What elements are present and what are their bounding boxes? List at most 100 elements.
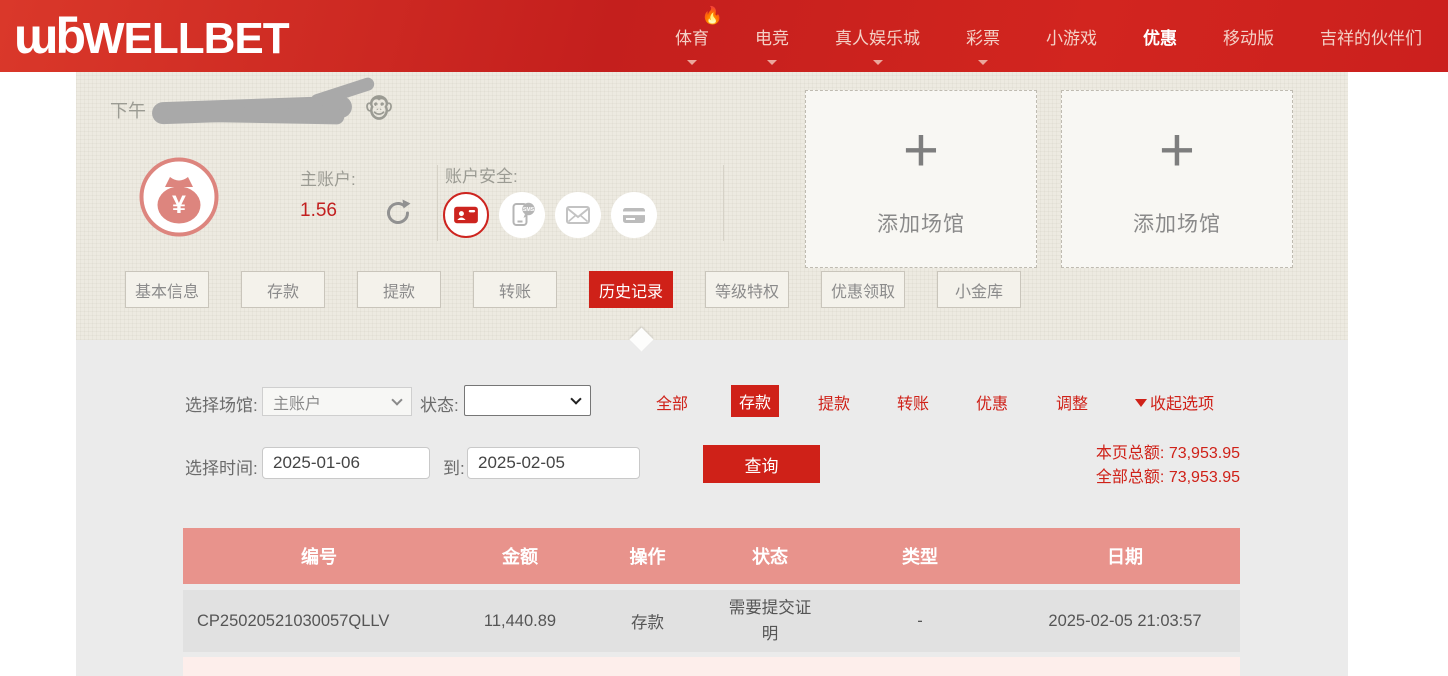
- add-venue-box-2[interactable]: + 添加场馆: [1061, 90, 1293, 268]
- tab-vip-privileges[interactable]: 等级特权: [705, 271, 789, 308]
- chevron-down-icon: [767, 60, 777, 65]
- column-header-type: 类型: [830, 543, 1010, 569]
- column-header-date: 日期: [1010, 543, 1240, 569]
- page-total-value: 73,953.95: [1169, 445, 1240, 462]
- nav-item-promotions[interactable]: 优惠: [1143, 24, 1177, 49]
- greeting-text: 下午: [110, 97, 146, 123]
- history-table: 编号 金额 操作 状态 类型 日期 CP25020521030057QLLV 1…: [183, 528, 1240, 676]
- wellbet-logo[interactable]: ɯƃWELLBET: [14, 11, 289, 61]
- money-bag-icon: ¥: [138, 156, 220, 238]
- type-link-promo[interactable]: 优惠: [976, 390, 1008, 414]
- all-total-label: 全部总额:: [1096, 469, 1164, 486]
- nav-item-mini-games[interactable]: 小游戏: [1046, 24, 1097, 49]
- redacted-username: [152, 95, 353, 124]
- all-total-value: 73,953.95: [1169, 469, 1240, 486]
- nav-item-label: 体育: [675, 29, 709, 48]
- nav-item-esports[interactable]: 电竞: [755, 24, 789, 49]
- plus-icon: +: [903, 120, 939, 182]
- tab-promo-claim[interactable]: 优惠领取: [821, 271, 905, 308]
- divider: [723, 165, 724, 241]
- chevron-down-icon: [391, 394, 402, 405]
- page-total-label: 本页总额:: [1096, 445, 1164, 462]
- history-panel: 选择场馆: 主账户 状态: 全部 存款 提款 转账 优惠 调整 收起选项 选择时…: [76, 340, 1348, 676]
- chevron-down-icon: [570, 393, 581, 404]
- chevron-down-icon: [687, 60, 697, 65]
- plus-icon: +: [1159, 120, 1195, 182]
- mail-icon[interactable]: [555, 192, 601, 238]
- tab-basic-info[interactable]: 基本信息: [125, 271, 209, 308]
- type-link-adjust[interactable]: 调整: [1056, 390, 1088, 414]
- collapse-options-link[interactable]: 收起选项: [1135, 390, 1214, 414]
- nav-item-label: 电竞: [755, 29, 789, 48]
- chevron-down-icon: [978, 60, 988, 65]
- add-venue-label: 添加场馆: [1133, 208, 1221, 238]
- nav-item-partners[interactable]: 吉祥的伙伴们: [1320, 24, 1422, 49]
- page-total: 本页总额: 73,953.95: [1096, 442, 1240, 466]
- cell-date: 2025-02-05 21:03:57: [1010, 612, 1240, 631]
- svg-text:SMS: SMS: [523, 207, 535, 213]
- tab-transfer[interactable]: 转账: [473, 271, 557, 308]
- type-link-withdraw[interactable]: 提款: [818, 390, 850, 414]
- account-security-icons: SMS: [443, 192, 657, 238]
- table-row-partial: [183, 657, 1240, 676]
- date-from-input[interactable]: [262, 447, 430, 479]
- main-account-balance: 1.56: [300, 200, 356, 222]
- search-button[interactable]: 查询: [703, 445, 820, 483]
- totals: 本页总额: 73,953.95 全部总额: 73,953.95: [1096, 442, 1240, 490]
- tab-history[interactable]: 历史记录: [589, 271, 673, 308]
- cell-amount: 11,440.89: [455, 612, 585, 631]
- to-label: 到:: [443, 454, 465, 479]
- monkey-emoji: 🐵: [364, 94, 394, 125]
- nav-item-sports[interactable]: 🔥 体育: [675, 24, 709, 49]
- venue-select-label: 选择场馆:: [185, 391, 258, 416]
- tab-vault[interactable]: 小金库: [937, 271, 1021, 308]
- flame-hot-icon: 🔥: [702, 6, 723, 26]
- nav-item-live-casino[interactable]: 真人娱乐城: [835, 24, 920, 49]
- nav-item-label: 吉祥的伙伴们: [1320, 29, 1422, 48]
- divider: [437, 165, 438, 241]
- id-card-icon[interactable]: [443, 192, 489, 238]
- nav-item-label: 真人娱乐城: [835, 29, 920, 48]
- chevron-down-icon: [873, 60, 883, 65]
- nav-item-label: 彩票: [966, 29, 1000, 48]
- sms-phone-icon[interactable]: SMS: [499, 192, 545, 238]
- triangle-down-icon: [1135, 399, 1147, 407]
- table-header-row: 编号 金额 操作 状态 类型 日期: [183, 528, 1240, 584]
- main-nav: 🔥 体育 电竞 真人娱乐城 彩票 小游戏 优惠 移动版 吉祥的伙伴们: [675, 0, 1422, 72]
- top-navbar: ɯƃWELLBET 🔥 体育 电竞 真人娱乐城 彩票 小游戏 优惠 移动版: [0, 0, 1448, 72]
- collapse-options-label: 收起选项: [1150, 390, 1214, 414]
- column-header-id: 编号: [183, 543, 455, 569]
- time-select-label: 选择时间:: [185, 454, 258, 479]
- cell-id: CP25020521030057QLLV: [183, 612, 455, 631]
- type-link-deposit[interactable]: 存款: [731, 385, 779, 417]
- status-select[interactable]: [464, 385, 591, 416]
- tab-withdraw[interactable]: 提款: [357, 271, 441, 308]
- cell-type: -: [830, 612, 1010, 631]
- nav-item-lottery[interactable]: 彩票: [966, 24, 1000, 49]
- type-link-all[interactable]: 全部: [656, 390, 688, 414]
- wellbet-logo-mark: ɯƃ: [14, 11, 83, 61]
- cell-status: 需要提交证明: [710, 595, 830, 648]
- nav-item-label: 移动版: [1223, 29, 1274, 48]
- add-venue-box-1[interactable]: + 添加场馆: [805, 90, 1037, 268]
- wellbet-logo-text: WELLBET: [83, 17, 289, 61]
- column-header-status: 状态: [710, 543, 830, 569]
- account-tabs: 基本信息 存款 提款 转账 历史记录 等级特权 优惠领取 小金库: [125, 271, 1021, 308]
- cell-operation: 存款: [585, 609, 710, 633]
- all-total: 全部总额: 73,953.95: [1096, 466, 1240, 490]
- nav-item-mobile[interactable]: 移动版: [1223, 24, 1274, 49]
- refresh-balance-icon[interactable]: [382, 197, 414, 229]
- svg-text:¥: ¥: [172, 191, 186, 219]
- date-to-input[interactable]: [467, 447, 640, 479]
- bank-card-icon[interactable]: [611, 192, 657, 238]
- account-security-label: 账户安全:: [445, 162, 518, 187]
- account-panel: 下午 🐵 ¥ 主账户: 1.56 账户安全:: [76, 72, 1348, 340]
- type-link-transfer[interactable]: 转账: [897, 390, 929, 414]
- filter-row-top: 选择场馆: 主账户 状态: 全部 存款 提款 转账 优惠 调整 收起选项: [76, 384, 1348, 418]
- venue-select-value: 主账户: [273, 390, 321, 414]
- status-select-label: 状态:: [420, 391, 459, 416]
- tab-deposit[interactable]: 存款: [241, 271, 325, 308]
- column-header-operation: 操作: [585, 543, 710, 569]
- nav-item-label: 小游戏: [1046, 29, 1097, 48]
- venue-select[interactable]: 主账户: [262, 387, 412, 416]
